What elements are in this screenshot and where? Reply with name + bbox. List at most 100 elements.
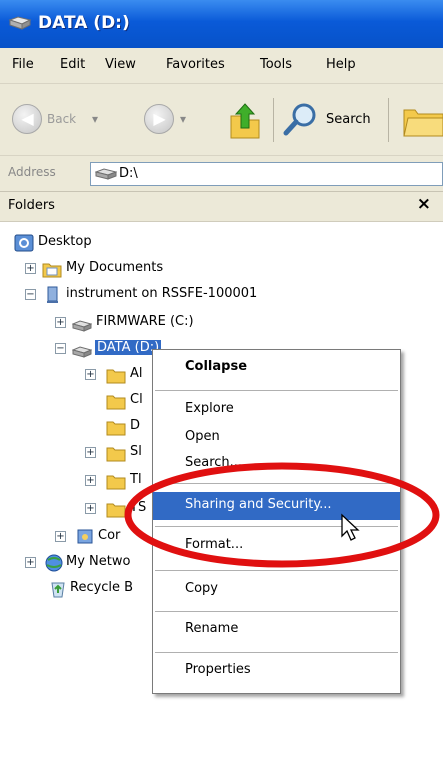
context-label: Rename: [185, 621, 239, 636]
search-button[interactable]: Search: [326, 112, 371, 127]
search-icon[interactable]: [283, 102, 319, 136]
context-label: Properties: [185, 662, 251, 677]
tree-label: Tl: [130, 472, 142, 487]
drive-icon: [72, 346, 92, 358]
back-button[interactable]: ◀: [12, 104, 42, 134]
forward-button[interactable]: ▶: [144, 104, 174, 134]
menu-edit[interactable]: Edit: [60, 57, 85, 72]
tree-item-subfolder[interactable]: Cl: [0, 388, 152, 414]
tree-label: Sl: [130, 444, 142, 459]
back-arrow-icon: ◀: [21, 109, 34, 128]
collapse-icon[interactable]: −: [55, 343, 66, 354]
context-search[interactable]: Search...: [153, 450, 400, 478]
menu-file[interactable]: File: [12, 57, 34, 72]
expand-icon[interactable]: +: [25, 263, 36, 274]
menu-separator: [155, 570, 398, 571]
tree-label: TS: [130, 500, 147, 515]
toolbar-separator: [273, 98, 274, 142]
folder-icon: [106, 475, 126, 490]
expand-icon[interactable]: +: [85, 475, 96, 486]
context-label: Explore: [185, 401, 234, 416]
expand-icon[interactable]: +: [85, 369, 96, 380]
expand-icon[interactable]: +: [25, 557, 36, 568]
context-format[interactable]: Format...: [153, 532, 400, 560]
window-title: DATA (D:): [38, 13, 130, 33]
context-explore[interactable]: Explore: [153, 396, 400, 424]
close-icon[interactable]: ×: [417, 194, 431, 214]
context-label: Search...: [185, 455, 243, 470]
menu-favorites[interactable]: Favorites: [166, 57, 225, 72]
tree-label: Desktop: [38, 234, 92, 249]
control-panel-icon: [77, 529, 93, 544]
folder-icon: [42, 263, 62, 278]
expand-icon[interactable]: +: [85, 447, 96, 458]
network-globe-icon: [45, 554, 63, 572]
tree-label: Cl: [130, 392, 143, 407]
context-sharing-security[interactable]: Sharing and Security...: [153, 492, 400, 520]
context-rename[interactable]: Rename: [153, 616, 400, 644]
tree-item-subfolder[interactable]: D: [0, 414, 152, 440]
folders-icon[interactable]: [403, 102, 443, 138]
computer-icon: [47, 286, 58, 303]
context-copy[interactable]: Copy: [153, 576, 400, 604]
folder-icon: [106, 369, 126, 384]
tree-label: Cor: [98, 528, 121, 543]
context-label: Copy: [185, 581, 218, 596]
drive-icon: [8, 16, 32, 30]
context-open[interactable]: Open: [153, 424, 400, 452]
mouse-cursor-icon: [341, 513, 360, 541]
tree-item-instrument[interactable]: − instrument on RSSFE-100001: [0, 282, 320, 308]
context-collapse[interactable]: Collapse: [153, 354, 400, 382]
back-label: Back: [47, 112, 77, 126]
tree-item-my-documents[interactable]: + My Documents: [0, 256, 200, 282]
tree-label: Al: [130, 366, 143, 381]
forward-arrow-icon: ▶: [153, 109, 166, 128]
folder-icon: [106, 447, 126, 462]
tree-label: My Netwo: [66, 554, 131, 569]
context-label: Collapse: [185, 359, 248, 374]
tree-item-subfolder[interactable]: + Tl: [0, 468, 152, 494]
tree-item-subfolder[interactable]: + Al: [0, 362, 152, 388]
drive-icon: [95, 168, 117, 180]
toolbar-separator: [388, 98, 389, 142]
folder-icon: [106, 395, 126, 410]
expand-icon[interactable]: +: [55, 531, 66, 542]
tree-label: instrument on RSSFE-100001: [66, 286, 258, 301]
menu-tools[interactable]: Tools: [260, 57, 292, 72]
expand-icon[interactable]: +: [55, 317, 66, 328]
back-dropdown-icon[interactable]: ▾: [92, 112, 98, 126]
menu-help[interactable]: Help: [326, 57, 356, 72]
address-value: D:\: [119, 166, 138, 181]
up-folder-icon[interactable]: [228, 100, 262, 140]
tree-label: Recycle B: [70, 580, 134, 595]
tree-item-recycle-bin[interactable]: Recycle B: [0, 576, 152, 602]
title-bar: DATA (D:): [0, 0, 443, 48]
menu-separator: [155, 652, 398, 653]
tree-item-subfolder[interactable]: + TS: [0, 496, 152, 522]
tree-item-control-panel[interactable]: + Cor: [0, 524, 152, 550]
menu-bar: File Edit View Favorites Tools Help: [0, 48, 443, 84]
context-label: Format...: [185, 537, 244, 552]
tree-item-firmware[interactable]: + FIRMWARE (C:): [0, 310, 240, 336]
menu-separator: [155, 483, 398, 484]
context-properties[interactable]: Properties: [153, 657, 400, 685]
collapse-icon[interactable]: −: [25, 289, 36, 300]
tree-label: FIRMWARE (C:): [96, 314, 194, 329]
address-bar: Address D:\: [0, 156, 443, 192]
tree-item-desktop[interactable]: Desktop: [0, 230, 200, 256]
recycle-bin-icon: [51, 582, 65, 598]
drive-icon: [72, 320, 92, 332]
address-label: Address: [8, 165, 56, 179]
menu-view[interactable]: View: [105, 57, 136, 72]
expand-icon[interactable]: +: [85, 503, 96, 514]
forward-dropdown-icon[interactable]: ▾: [180, 112, 186, 126]
context-label: Sharing and Security...: [185, 497, 332, 512]
context-menu: Collapse Explore Open Search... Sharing …: [152, 349, 401, 694]
folders-pane-header: Folders ×: [0, 192, 443, 222]
tree-item-subfolder[interactable]: + Sl: [0, 440, 152, 466]
context-label: Open: [185, 429, 220, 444]
toolbar: ◀ Back ▾ ▶ ▾ Search: [0, 84, 443, 156]
address-input[interactable]: D:\: [90, 162, 443, 186]
menu-separator: [155, 390, 398, 391]
tree-item-network[interactable]: + My Netwo: [0, 550, 152, 576]
